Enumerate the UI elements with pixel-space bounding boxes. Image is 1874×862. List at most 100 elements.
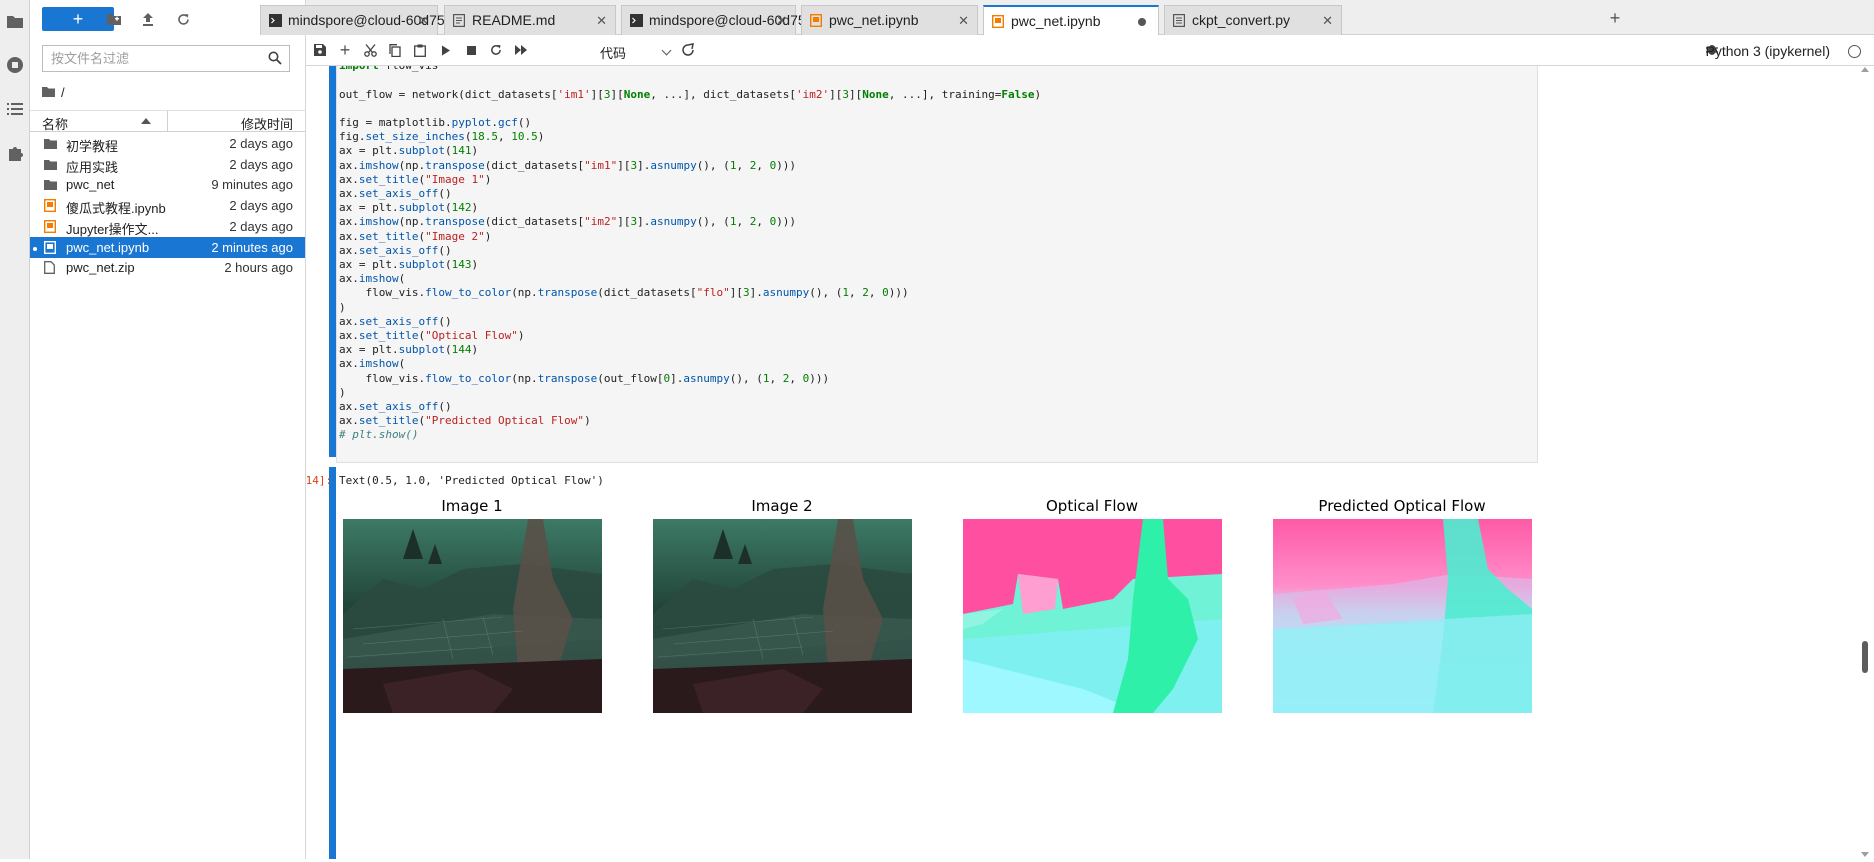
fast-forward-icon[interactable]	[511, 40, 531, 60]
home-folder-icon[interactable]	[42, 85, 55, 100]
cut-icon[interactable]	[360, 40, 380, 60]
file-list-header: 名称 修改时间	[30, 110, 305, 132]
column-divider	[167, 111, 168, 132]
extension-icon[interactable]	[5, 143, 25, 163]
toc-icon[interactable]	[5, 99, 25, 119]
close-icon[interactable]: ✕	[596, 13, 607, 29]
file-modified: 2 hours ago	[224, 260, 293, 276]
file-modified: 2 days ago	[229, 218, 293, 234]
file-name: pwc_net	[66, 177, 115, 193]
tab-2[interactable]: README.md ✕	[444, 5, 616, 35]
file-row[interactable]: 初学教程 2 days ago	[30, 133, 305, 154]
insert-cell-icon[interactable]: +	[335, 40, 355, 60]
code-editor[interactable]: import numpy as np import flow_vis out_f…	[339, 66, 1041, 443]
notebook-icon	[991, 14, 1005, 29]
refresh-icon[interactable]	[173, 9, 193, 29]
notebook-icon	[809, 13, 823, 28]
file-filter[interactable]	[42, 45, 290, 72]
column-modified[interactable]: 修改时间	[241, 114, 293, 133]
figure-title: Image 1	[441, 497, 503, 515]
file-modified: 2 days ago	[229, 136, 293, 151]
folder-icon	[44, 178, 58, 192]
file-name: pwc_net.zip	[66, 260, 135, 276]
file-name: 初学教程	[66, 139, 119, 154]
figure-image-3	[963, 519, 1222, 713]
tab-label: mindspore@cloud-60d75fec	[288, 12, 464, 28]
tab-label: README.md	[472, 12, 556, 28]
main-area: mindspore@cloud-60d75fec ✕ README.md ✕ minds…	[260, 0, 1874, 859]
folder-icon	[44, 137, 58, 151]
notebook-toolbar: + 代码 Python 3 (ipykernel)	[306, 35, 1874, 66]
column-name[interactable]: 名称	[42, 114, 68, 133]
cell-type-dropdown[interactable]: 代码	[594, 41, 676, 61]
stop-icon[interactable]	[461, 40, 481, 60]
notebook-icon	[43, 219, 58, 234]
figure-title: Optical Flow	[1046, 497, 1138, 515]
tab-label: ckpt_convert.py	[1192, 12, 1291, 28]
tab-6[interactable]: ckpt_convert.py ✕	[1164, 5, 1342, 35]
tab-1[interactable]: mindspore@cloud-60d75fec ✕	[260, 5, 463, 35]
tab-5[interactable]: pwc_net.ipynb	[983, 5, 1159, 36]
file-name: Jupyter操作文...	[66, 221, 159, 237]
notebook-icon	[43, 199, 58, 213]
tab-label: mindspore@cloud-60d75fec	[649, 12, 825, 28]
upload-icon[interactable]	[138, 9, 158, 29]
sort-ascending-icon	[141, 118, 151, 124]
file-row[interactable]: pwc_net 9 minutes ago	[30, 174, 305, 195]
terminal-icon	[630, 14, 643, 27]
cell-type-label: 代码	[600, 46, 627, 61]
filter-input[interactable]	[43, 46, 251, 71]
add-tab-button[interactable]: +	[1603, 5, 1627, 31]
file-row[interactable]: pwc_net.ipynb 2 minutes ago	[30, 236, 305, 258]
tab-label: pwc_net.ipynb	[829, 12, 919, 28]
kernel-name[interactable]: Python 3 (ipykernel)	[1705, 43, 1830, 59]
figure-image-4	[1273, 519, 1532, 713]
search-icon	[268, 51, 282, 68]
kernel-idle-icon	[1848, 45, 1861, 58]
tab-label: pwc_net.ipynb	[1011, 13, 1101, 29]
file-modified: 2 days ago	[229, 198, 293, 214]
file-row[interactable]: pwc_net.zip 2 hours ago	[30, 257, 305, 278]
file-icon	[44, 261, 58, 275]
close-icon[interactable]: ✕	[1322, 13, 1333, 29]
git-icon[interactable]	[678, 40, 698, 60]
figure-image-1	[343, 519, 602, 713]
file-modified: 9 minutes ago	[211, 177, 293, 193]
new-folder-icon[interactable]	[104, 9, 124, 29]
file-browser: + / 名称 修改时间 初学教程2 days ago应用实践2 days ago…	[30, 0, 306, 859]
breadcrumb-root[interactable]: /	[61, 85, 65, 100]
folder-icon[interactable]	[5, 11, 25, 31]
unsaved-dot-icon[interactable]	[1138, 18, 1146, 26]
folder-icon	[44, 158, 58, 172]
paste-icon[interactable]	[410, 40, 430, 60]
markdown-icon	[453, 14, 466, 28]
close-icon[interactable]: ✕	[418, 13, 429, 29]
file-modified: 2 minutes ago	[211, 239, 293, 255]
file-modified: 2 days ago	[229, 156, 293, 172]
restart-icon[interactable]	[486, 40, 506, 60]
file-row[interactable]: 傻瓜式教程.ipynb 2 days ago	[30, 195, 305, 216]
notebook-panel: import numpy as np import flow_vis out_f…	[306, 66, 1874, 859]
running-icon[interactable]	[5, 55, 25, 75]
figure-title: Predicted Optical Flow	[1318, 497, 1486, 515]
tab-4[interactable]: pwc_net.ipynb ✕	[801, 5, 978, 35]
terminal-icon	[269, 14, 282, 27]
file-name: pwc_net.ipynb	[66, 239, 150, 255]
close-icon[interactable]: ✕	[958, 13, 969, 29]
file-row[interactable]: 应用实践 2 days ago	[30, 154, 305, 175]
copy-icon[interactable]	[385, 40, 405, 60]
notebook-scrollbar[interactable]	[1856, 66, 1874, 859]
save-icon[interactable]	[310, 40, 330, 60]
output-text: Text(0.5, 1.0, 'Predicted Optical Flow')	[339, 474, 604, 487]
figure-title: Image 2	[751, 497, 813, 515]
file-name: 傻瓜式教程.ipynb	[66, 201, 166, 217]
tab-bar: mindspore@cloud-60d75fec ✕ README.md ✕ minds…	[260, 0, 1874, 36]
output-cell-indicator	[329, 467, 336, 859]
file-row[interactable]: Jupyter操作文... 2 days ago	[30, 216, 305, 237]
file-name: 应用实践	[66, 159, 119, 175]
chevron-down-icon	[661, 45, 672, 56]
close-icon[interactable]: ✕	[776, 13, 787, 29]
tab-3[interactable]: mindspore@cloud-60d75fec ✕	[621, 5, 824, 35]
run-icon[interactable]	[436, 40, 456, 60]
running-indicator	[33, 246, 37, 251]
